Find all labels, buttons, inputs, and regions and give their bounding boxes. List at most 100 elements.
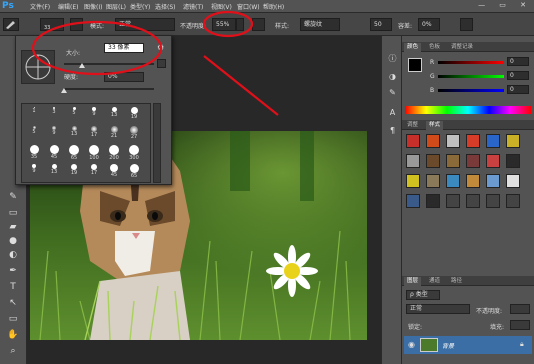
eraser-tool-icon[interactable]: ▭ [6, 206, 20, 220]
style-swatch[interactable] [446, 134, 460, 148]
tolerance-input[interactable]: 0% [418, 18, 440, 31]
zoom-tool-icon[interactable]: ⌕ [6, 344, 20, 358]
hardness-input[interactable]: 0% [104, 72, 144, 82]
style-swatch[interactable] [486, 154, 500, 168]
menu-view[interactable]: 视图(V) [211, 2, 232, 11]
brush-preset-item[interactable]: 27 [126, 126, 142, 140]
menu-file[interactable]: 文件(F) [30, 2, 50, 11]
brush-preset-item[interactable]: 5 [26, 126, 42, 139]
color-b-input[interactable]: 0 [507, 85, 529, 94]
hand-tool-icon[interactable]: ✋ [6, 328, 20, 342]
color-spectrum-bar[interactable] [405, 106, 531, 114]
path-select-tool-icon[interactable]: ↖ [6, 296, 20, 310]
pen-tool-icon[interactable]: ✒ [6, 264, 20, 278]
tab-styles[interactable]: 样式 [426, 121, 444, 130]
text-tool-icon[interactable]: T [6, 280, 20, 294]
new-preset-icon[interactable] [157, 59, 166, 68]
style-swatch[interactable] [426, 194, 440, 208]
brush-preset-item[interactable]: 17 [86, 126, 102, 139]
tab-channels[interactable]: 通道 [426, 277, 443, 286]
style-swatch[interactable] [446, 154, 460, 168]
brush-preset-item[interactable]: 9 [46, 126, 62, 139]
style-swatch[interactable] [446, 194, 460, 208]
menu-window[interactable]: 窗口(W) [237, 2, 260, 11]
brush-grid-scrollbar[interactable] [153, 103, 161, 183]
brush-preset-item[interactable]: 17 [86, 164, 102, 177]
style-swatch[interactable] [506, 194, 520, 208]
tab-adjustments[interactable]: 调整 [404, 121, 421, 130]
menu-layer[interactable]: 图层(L) [106, 2, 126, 11]
paragraph-icon[interactable]: ¶ [386, 124, 399, 137]
fill-input[interactable] [510, 320, 530, 330]
menu-type[interactable]: 类型(Y) [130, 2, 150, 11]
hardness-slider-thumb[interactable] [61, 88, 67, 93]
brush-preset-item[interactable]: 21 [106, 126, 122, 139]
brush-size-input[interactable]: 33 像素 [104, 43, 144, 53]
style-swatch[interactable] [446, 174, 460, 188]
brush-size-preview[interactable]: 33 [40, 18, 64, 31]
brush-size-slider[interactable] [64, 63, 154, 65]
color-g-slider[interactable] [438, 75, 504, 78]
brush-preset-item[interactable]: 19 [66, 164, 82, 177]
blur-tool-icon[interactable]: ● [6, 234, 20, 248]
color-r-slider[interactable] [438, 61, 504, 64]
pressure-opacity-icon[interactable] [252, 18, 265, 31]
brush-size-slider-thumb[interactable] [79, 63, 85, 68]
brush-panel-toggle-icon[interactable] [70, 18, 83, 31]
brush-preset-item[interactable]: 9 [86, 107, 102, 120]
layer-thumbnail[interactable] [420, 338, 438, 352]
style-swatch[interactable] [426, 174, 440, 188]
tab-paths[interactable]: 路径 [448, 277, 465, 286]
color-r-input[interactable]: 0 [507, 57, 529, 66]
style-select[interactable]: 螺旋纹 [300, 18, 340, 31]
hardness-slider[interactable] [64, 88, 154, 90]
brush-preset-item[interactable]: 1 [26, 107, 42, 120]
style-swatch[interactable] [466, 154, 480, 168]
brush-tool-icon[interactable]: ✎ [6, 190, 20, 204]
style-swatch[interactable] [406, 134, 420, 148]
opacity-dropdown-icon[interactable] [236, 18, 244, 31]
brush-angle-preview[interactable] [21, 50, 55, 84]
style-swatch[interactable] [406, 174, 420, 188]
brush-preset-item[interactable]: 45 [106, 164, 122, 178]
brush-preset-item[interactable]: 65 [66, 145, 82, 161]
style-swatch[interactable] [486, 194, 500, 208]
menu-edit[interactable]: 编辑(E) [58, 2, 78, 11]
style-swatch[interactable] [426, 134, 440, 148]
brush-preset-item[interactable]: 13 [46, 164, 62, 177]
brush-presets-icon[interactable]: ✎ [386, 86, 399, 99]
brush-preset-item[interactable]: 100 [86, 145, 102, 161]
brush-preset-item[interactable]: 65 [126, 164, 142, 179]
brush-preset-item[interactable]: 19 [126, 107, 142, 120]
style-swatch[interactable] [466, 174, 480, 188]
shape-tool-icon[interactable]: ▭ [6, 312, 20, 326]
layer-name[interactable]: 背景 [442, 341, 454, 350]
pressure-size-icon[interactable] [460, 18, 473, 31]
style-swatch[interactable] [466, 194, 480, 208]
info-icon[interactable]: ⓘ [386, 52, 399, 65]
menu-filter[interactable]: 滤镜(T) [183, 2, 203, 11]
brush-preset-item[interactable]: 3 [46, 107, 62, 120]
fill-tool-icon[interactable]: ▰ [6, 220, 20, 234]
menu-help[interactable]: 帮助(H) [263, 2, 284, 11]
style-swatch[interactable] [506, 134, 520, 148]
style-swatch[interactable] [486, 134, 500, 148]
style-swatch[interactable] [506, 154, 520, 168]
layer-filter-kind[interactable]: ρ 类型 [406, 290, 440, 300]
menu-image[interactable]: 图像(I) [84, 2, 102, 11]
brush-preset-item[interactable]: 45 [46, 145, 62, 160]
dodge-tool-icon[interactable]: ◐ [6, 248, 20, 262]
brush-preset-item[interactable]: 13 [66, 126, 82, 139]
brush-preset-item[interactable]: 200 [106, 145, 122, 161]
brush-preset-item[interactable]: 13 [106, 107, 122, 120]
style-swatch[interactable] [466, 134, 480, 148]
tab-color[interactable]: 颜色 [404, 43, 422, 52]
brush-preset-item[interactable]: 9 [26, 164, 42, 177]
brush-preset-item[interactable]: 5 [66, 107, 82, 120]
blend-mode-select[interactable]: 正常 [406, 304, 470, 314]
history-icon[interactable]: ◑ [386, 70, 399, 83]
tab-history-adjust[interactable]: 调整记录 [448, 43, 476, 52]
flow-input[interactable]: 50 [370, 18, 392, 31]
style-swatch[interactable] [406, 154, 420, 168]
layer-row-background[interactable]: ◉ 背景 🔒︎ [404, 336, 532, 354]
